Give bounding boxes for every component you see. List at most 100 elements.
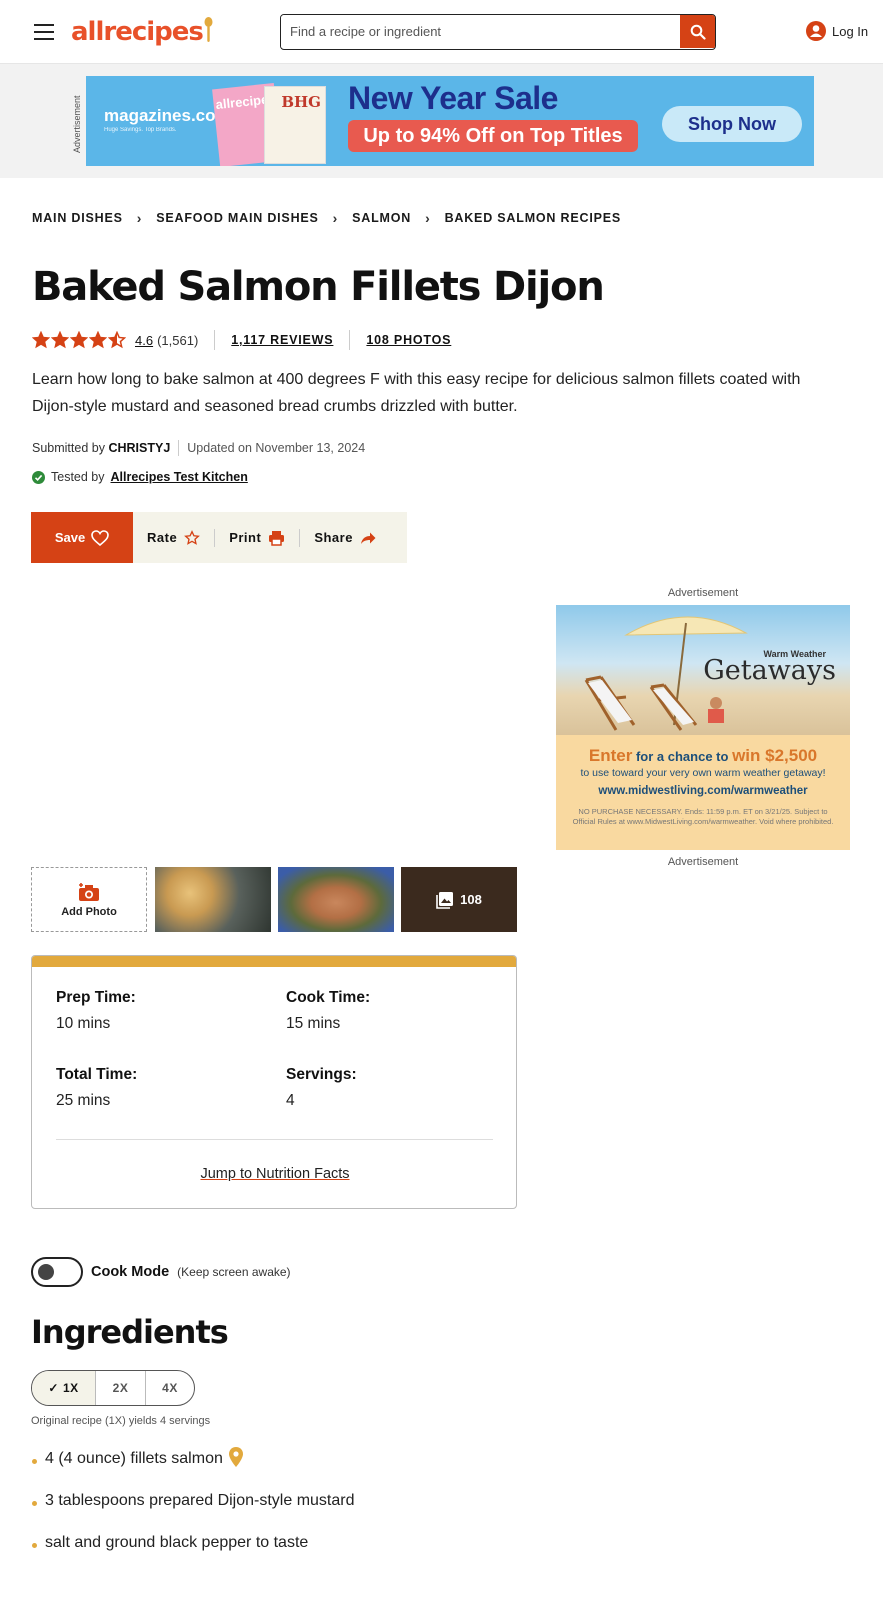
cook-mode: Cook Mode (Keep screen awake) bbox=[31, 1257, 291, 1287]
chevron-right-icon: › bbox=[425, 210, 431, 226]
share-button[interactable]: Share bbox=[300, 530, 390, 545]
ad-enter-line: Enter for a chance to win $2,500 bbox=[588, 746, 818, 765]
ingredient-text: 4 (4 ounce) fillets salmon bbox=[45, 1450, 223, 1467]
login-label: Log In bbox=[832, 23, 869, 39]
cook-mode-label: Cook Mode bbox=[91, 1264, 170, 1280]
side-ad-getaways[interactable]: Warm Weather Getaways Enter for a chance… bbox=[556, 605, 850, 850]
shop-now-button[interactable]: Shop Now bbox=[662, 106, 802, 142]
breadcrumb-item[interactable]: BAKED SALMON RECIPES bbox=[445, 211, 621, 225]
site-header: allrecipes Log In bbox=[0, 0, 883, 64]
recipe-actions: Save Rate Print Share bbox=[31, 512, 407, 563]
user-icon bbox=[806, 21, 826, 41]
rate-button[interactable]: Rate bbox=[133, 529, 214, 546]
ingredients-heading: Ingredients bbox=[31, 1313, 229, 1351]
cook-time-label: Cook Time: bbox=[286, 989, 371, 1006]
add-photo-button[interactable]: Add Photo bbox=[31, 867, 147, 932]
share-arrow-icon bbox=[360, 532, 376, 544]
site-logo[interactable]: allrecipes bbox=[71, 14, 213, 47]
add-camera-icon bbox=[79, 882, 99, 901]
beach-photo: Warm Weather Getaways bbox=[556, 605, 850, 735]
recipe-description: Learn how long to bake salmon at 400 deg… bbox=[32, 371, 801, 415]
map-pin-icon[interactable] bbox=[228, 1447, 243, 1467]
search-icon bbox=[690, 24, 706, 40]
cook-time-value: 15 mins bbox=[286, 1015, 341, 1032]
jump-to-nutrition-link[interactable]: Jump to Nutrition Facts bbox=[32, 1166, 516, 1182]
search-button[interactable] bbox=[680, 15, 715, 48]
top-ad-banner[interactable]: magazines.com Huge Savings. Top Brands. a… bbox=[86, 76, 814, 166]
print-button[interactable]: Print bbox=[215, 530, 299, 546]
scale-4x-button[interactable]: 4X bbox=[145, 1371, 194, 1405]
chevron-right-icon: › bbox=[136, 210, 143, 226]
more-photos-button[interactable]: 108 bbox=[401, 867, 517, 932]
check-icon: ✓ bbox=[48, 1381, 59, 1395]
byline: Submitted by CHRISTYJ Updated on Novembe… bbox=[32, 440, 365, 456]
ad-fine-print: NO PURCHASE NECESSARY. Ends: 11:59 p.m. … bbox=[572, 807, 834, 826]
divider bbox=[178, 440, 180, 456]
updated-date: Updated on November 13, 2024 bbox=[187, 441, 366, 455]
cook-mode-toggle[interactable] bbox=[31, 1257, 83, 1287]
star-icon bbox=[108, 331, 126, 349]
action-group: Rate Print Share bbox=[133, 512, 407, 563]
magazine-cover-bhg: BHG bbox=[264, 86, 326, 164]
cook-mode-hint: (Keep screen awake) bbox=[177, 1265, 291, 1279]
author-link[interactable]: CHRISTYJ bbox=[108, 441, 170, 455]
breadcrumb-item[interactable]: MAIN DISHES bbox=[32, 211, 123, 225]
save-button[interactable]: Save bbox=[31, 512, 133, 563]
ad-label: Advertisement bbox=[667, 856, 739, 868]
page-title: Baked Salmon Fillets Dijon bbox=[32, 264, 605, 310]
yields-note: Original recipe (1X) yields 4 servings bbox=[31, 1415, 211, 1427]
ingredient-item: salt and ground black pepper to taste bbox=[31, 1534, 355, 1576]
reviews-link[interactable]: 1,117 REVIEWS bbox=[231, 333, 333, 347]
divider bbox=[214, 330, 216, 350]
ingredient-text: salt and ground black pepper to taste bbox=[45, 1534, 309, 1551]
share-label: Share bbox=[314, 530, 353, 545]
bullet bbox=[32, 1501, 37, 1506]
photos-link[interactable]: 108 PHOTOS bbox=[366, 333, 451, 347]
ingredient-item: 3 tablespoons prepared Dijon-style musta… bbox=[31, 1492, 355, 1534]
magazines-logo: magazines.com Huge Savings. Top Brands. bbox=[104, 106, 231, 133]
login-link[interactable]: Log In bbox=[806, 21, 868, 41]
ad-subline: Up to 94% Off on Top Titles bbox=[348, 120, 638, 152]
star-outline-icon bbox=[184, 529, 201, 545]
rating-row: 4.6 (1,561) 1,117 REVIEWS 108 PHOTOS bbox=[32, 330, 451, 350]
print-label: Print bbox=[229, 530, 262, 545]
menu-icon[interactable] bbox=[34, 24, 54, 40]
ingredient-list: 4 (4 ounce) fillets salmon 3 tablespoons… bbox=[31, 1447, 355, 1576]
cook-time: Cook Time: 15 mins bbox=[286, 989, 370, 1033]
breadcrumb-item[interactable]: SEAFOOD MAIN DISHES bbox=[156, 211, 318, 225]
tested-by: Tested by Allrecipes Test Kitchen bbox=[32, 470, 248, 484]
servings-scaler: ✓ 1X 2X 4X bbox=[31, 1370, 195, 1406]
heart-icon bbox=[91, 529, 109, 546]
star-icon bbox=[32, 331, 50, 349]
divider bbox=[56, 1139, 493, 1140]
rating-count: (1,561) bbox=[157, 332, 199, 348]
divider bbox=[349, 330, 351, 350]
prep-time-label: Prep Time: bbox=[56, 989, 136, 1006]
star-rating bbox=[32, 331, 126, 349]
ad-url: www.midwestliving.com/warmweather bbox=[598, 785, 808, 797]
printer-icon bbox=[269, 530, 285, 546]
scale-2x-button[interactable]: 2X bbox=[95, 1371, 145, 1405]
spoon-logo-icon bbox=[204, 17, 213, 42]
recipe-photo-thumbnail[interactable] bbox=[278, 867, 394, 932]
breadcrumb: MAIN DISHES › SEAFOOD MAIN DISHES › SALM… bbox=[32, 210, 621, 226]
search-input[interactable] bbox=[281, 15, 681, 48]
ingredient-text: 3 tablespoons prepared Dijon-style musta… bbox=[45, 1492, 355, 1509]
breadcrumb-item[interactable]: SALMON bbox=[352, 211, 411, 225]
star-icon bbox=[51, 331, 69, 349]
star-icon bbox=[70, 331, 88, 349]
add-photo-label: Add Photo bbox=[61, 905, 117, 918]
recipe-photo-thumbnail[interactable] bbox=[155, 867, 271, 932]
chevron-right-icon: › bbox=[332, 210, 339, 226]
tested-by-link[interactable]: Allrecipes Test Kitchen bbox=[111, 470, 248, 484]
scale-1x-button[interactable]: ✓ 1X bbox=[32, 1371, 95, 1405]
ad-line2: to use toward your very own warm weather… bbox=[580, 767, 826, 779]
total-time: Total Time: 25 mins bbox=[56, 1066, 137, 1110]
ad-label-left: Advertisement bbox=[72, 95, 82, 153]
total-time-value: 25 mins bbox=[56, 1092, 111, 1109]
rating-value[interactable]: 4.6 bbox=[135, 333, 153, 348]
rate-label: Rate bbox=[147, 530, 178, 545]
recipe-details-card: Prep Time: 10 mins Cook Time: 15 mins To… bbox=[31, 955, 517, 1209]
ingredient-item: 4 (4 ounce) fillets salmon bbox=[31, 1447, 355, 1492]
bullet bbox=[32, 1543, 37, 1548]
